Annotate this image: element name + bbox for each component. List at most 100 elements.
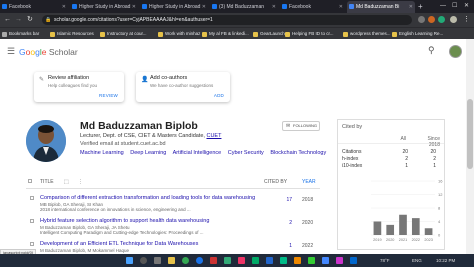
bookmark-item[interactable]: GearLaunch	[253, 29, 285, 39]
title-column-header[interactable]: TITLE	[40, 179, 54, 185]
article-cited-count[interactable]: 1	[282, 243, 292, 249]
bookmark-item[interactable]: Islamic Resources	[50, 29, 94, 39]
profile-icon[interactable]	[450, 16, 457, 23]
browser-tab[interactable]: Facebook ✕	[0, 1, 68, 13]
bookmark-item[interactable]: My al FB & linkedi...	[202, 29, 249, 39]
search-icon[interactable]	[140, 257, 147, 264]
app-icon[interactable]	[308, 257, 315, 264]
extension-icon[interactable]	[418, 16, 425, 23]
folder-icon	[50, 32, 55, 37]
interest-link[interactable]: Deep Learning	[130, 150, 166, 156]
interest-link[interactable]: Cyber Security	[228, 150, 264, 156]
browser-tab[interactable]: (3) Md Baduzzaman ✕	[210, 1, 278, 13]
minimize-icon[interactable]: —	[440, 0, 446, 12]
close-icon[interactable]: ✕	[62, 1, 66, 13]
browser-tab[interactable]: Facebook ✕	[280, 1, 345, 13]
extension-icon[interactable]	[438, 16, 445, 23]
bookmark-item[interactable]: Instructory at cour...	[100, 29, 147, 39]
chrome-icon[interactable]	[182, 257, 189, 264]
hamburger-menu-icon[interactable]: ☰	[7, 46, 15, 57]
browser-tab[interactable]: Higher Study in Abroad ✕	[70, 1, 138, 13]
app-icon[interactable]	[322, 257, 329, 264]
interest-link[interactable]: Machine Learning	[80, 150, 124, 156]
review-button[interactable]: REVIEW	[99, 93, 118, 98]
language-indicator[interactable]: ENG	[412, 258, 422, 263]
app-icon[interactable]	[280, 257, 287, 264]
page-scrollbar[interactable]	[466, 39, 474, 254]
app-icon[interactable]	[252, 257, 259, 264]
row-checkbox[interactable]	[30, 196, 34, 200]
maximize-icon[interactable]: ☐	[452, 0, 457, 12]
browser-tab-active[interactable]: Md Baduzzaman Bi ✕	[347, 1, 415, 13]
chart-bar[interactable]	[373, 221, 382, 236]
article-title[interactable]: Comparison of different extraction trans…	[40, 195, 255, 201]
url-field[interactable]: 🔒 scholar.google.com/citations?user=CyjAP…	[42, 15, 412, 25]
metric-label: Citations	[342, 149, 362, 155]
chart-bar[interactable]	[399, 214, 407, 235]
following-button[interactable]: ✉ FOLLOWING	[282, 121, 320, 131]
edge-icon[interactable]	[196, 257, 203, 264]
close-icon[interactable]: ✕	[409, 1, 413, 13]
bookmark-item[interactable]: English Learning Re...	[392, 29, 443, 39]
row-checkbox[interactable]	[30, 219, 34, 223]
col-since: Since 2018	[427, 136, 440, 148]
clock[interactable]: 10:22 PM	[436, 258, 455, 263]
close-icon[interactable]: ✕	[339, 1, 343, 13]
profile-photo[interactable]	[26, 120, 66, 162]
select-all-checkbox[interactable]	[28, 179, 32, 183]
scrollbar-thumb[interactable]	[467, 99, 473, 169]
add-button[interactable]: ADD	[214, 93, 224, 98]
folder-icon	[392, 32, 397, 37]
affiliation-link[interactable]: CUET	[206, 133, 221, 139]
menu-dots-icon[interactable]: ⋮	[463, 15, 470, 25]
chart-bar[interactable]	[424, 228, 433, 235]
extension-icon[interactable]	[428, 16, 435, 23]
article-title[interactable]: Development of an Efficient ETL Techniqu…	[40, 241, 198, 247]
app-icon[interactable]	[210, 257, 217, 264]
article-title[interactable]: Hybrid feature selection algorithm to su…	[40, 218, 209, 224]
windows-start-icon[interactable]	[126, 257, 133, 264]
interest-link[interactable]: Blockchain Technology	[270, 150, 326, 156]
interest-link[interactable]: Artificial Intelligence	[173, 150, 222, 156]
close-icon[interactable]: ✕	[132, 1, 136, 13]
cited-by-column-header[interactable]: CITED BY	[264, 179, 287, 185]
browser-tab[interactable]: Higher Study in Abroad ✕	[140, 1, 208, 13]
app-icon[interactable]	[350, 257, 357, 264]
article-year: 2020	[302, 220, 314, 226]
reload-icon[interactable]: ↻	[27, 15, 33, 25]
app-icon[interactable]	[336, 257, 343, 264]
x-tick-label: 2023	[424, 238, 432, 242]
bookmark-item[interactable]: Work with minhaz	[158, 29, 200, 39]
chart-bar[interactable]	[386, 224, 395, 235]
year-column-header[interactable]: YEAR	[302, 179, 316, 185]
metric-all: 1	[405, 163, 408, 169]
close-icon[interactable]: ✕	[202, 1, 206, 13]
more-icon[interactable]: ⋮	[78, 179, 83, 185]
app-icon[interactable]	[294, 257, 301, 264]
new-tab-icon[interactable]: +	[418, 1, 423, 13]
search-icon[interactable]: ⚲	[428, 45, 435, 56]
bookmark-item[interactable]: Bookmarks bar	[2, 29, 39, 39]
review-affiliation-card: ✎ Review affiliation Help colleagues fin…	[34, 72, 124, 102]
close-icon[interactable]: ✕	[272, 1, 276, 13]
article-cited-count[interactable]: 17	[282, 197, 292, 203]
articles-table-header: TITLE ⬚ ⋮ CITED BY YEAR	[26, 177, 320, 189]
chart-bar[interactable]	[411, 218, 420, 235]
export-icon[interactable]: ⬚	[64, 179, 69, 185]
close-window-icon[interactable]: ✕	[464, 0, 469, 12]
bookmark-item[interactable]: wordpress themes...	[343, 29, 391, 39]
app-icon[interactable]	[224, 257, 231, 264]
app-icon[interactable]	[266, 257, 273, 264]
google-scholar-logo[interactable]: Google Scholar	[19, 47, 78, 57]
bookmark-item[interactable]: Helping FB ID to cr...	[285, 29, 334, 39]
task-view-icon[interactable]	[154, 257, 161, 264]
weather-temp[interactable]: 78°F	[380, 258, 390, 263]
taskbar: 78°F ENG 10:22 PM	[0, 254, 474, 267]
back-icon[interactable]: ←	[4, 15, 11, 25]
row-checkbox[interactable]	[30, 242, 34, 246]
forward-icon[interactable]: →	[15, 15, 22, 25]
article-cited-count[interactable]: 2	[282, 220, 292, 226]
account-avatar[interactable]	[449, 45, 462, 58]
app-icon[interactable]	[238, 257, 245, 264]
file-explorer-icon[interactable]	[168, 257, 175, 264]
